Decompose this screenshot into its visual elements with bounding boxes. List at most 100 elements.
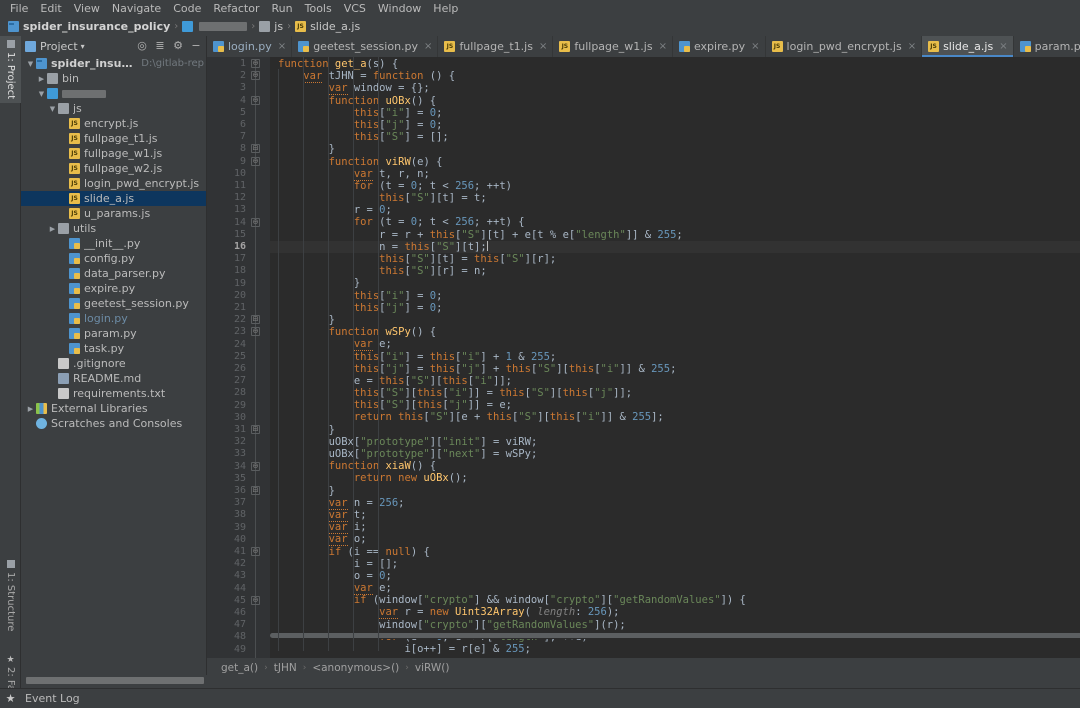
structure-breadcrumb-item[interactable]: viRW() xyxy=(415,662,450,674)
chevron-right-icon[interactable]: ▶ xyxy=(47,225,58,233)
fold-toggle-icon[interactable]: ⊟ xyxy=(251,315,260,325)
chevron-down-icon[interactable]: ▼ xyxy=(36,90,47,98)
fold-toggle-icon[interactable]: ⊟ xyxy=(251,425,260,434)
chevron-down-icon[interactable]: ▾ xyxy=(81,42,85,51)
tree-item-expire.py[interactable]: expire.py xyxy=(21,281,206,296)
line-number: 41 xyxy=(233,546,246,557)
tree-item-scratchesandconsoles[interactable]: Scratches and Consoles xyxy=(21,416,206,431)
tree-item-fullpage_w2.js[interactable]: JS fullpage_w2.js xyxy=(21,161,206,176)
close-icon[interactable]: × xyxy=(424,41,432,52)
vertical-tab-project[interactable]: 1: Project xyxy=(0,36,21,104)
tree-item-encrypt.js[interactable]: JS encrypt.js xyxy=(21,116,206,131)
close-icon[interactable]: × xyxy=(908,41,916,52)
tree-item-data_parser.py[interactable]: data_parser.py xyxy=(21,266,206,281)
line-number: 27 xyxy=(233,375,246,387)
scrollbar-thumb[interactable] xyxy=(270,633,1080,638)
tree-item-u_params.js[interactable]: JS u_params.js xyxy=(21,206,206,221)
locate-icon[interactable]: ◎ xyxy=(134,38,150,54)
breadcrumb-file[interactable]: JS slide_a.js xyxy=(295,20,360,33)
code-area[interactable]: 1 2 3 4 5 6 7 8 9 10 11 12 13 14 15 16 17 18 19 20 21 22 23 24 2… xyxy=(207,57,1080,658)
fold-toggle-icon[interactable]: ⊖ xyxy=(251,71,260,81)
tree-item-redacted[interactable]: ▼ xyxy=(21,86,206,101)
tree-item-slide_a.js[interactable]: JS slide_a.js xyxy=(21,191,206,206)
tree-item-config.py[interactable]: config.py xyxy=(21,251,206,266)
fold-toggle-icon[interactable]: ⊖ xyxy=(251,461,260,471)
editor-tab-label: param.py xyxy=(1034,40,1080,53)
collapse-all-icon[interactable]: ≣ xyxy=(152,38,168,54)
breadcrumb-project[interactable]: spider_insurance_policy xyxy=(8,20,170,33)
fold-toggle-icon[interactable]: ⊖ xyxy=(251,156,260,166)
tree-item-js[interactable]: ▼ js xyxy=(21,101,206,116)
gear-icon[interactable]: ⚙ xyxy=(170,38,186,54)
chevron-right-icon[interactable]: ▶ xyxy=(25,405,36,413)
close-icon[interactable]: × xyxy=(278,41,286,52)
structure-breadcrumb-item[interactable]: <anonymous>() xyxy=(312,662,399,674)
close-icon[interactable]: × xyxy=(539,41,547,52)
tree-item-__init__.py[interactable]: __init__.py xyxy=(21,236,206,251)
favorites-star-icon[interactable]: ★ xyxy=(0,692,21,705)
structure-breadcrumb-item[interactable]: tJHN xyxy=(274,662,297,674)
line-number-gutter[interactable]: 1 2 3 4 5 6 7 8 9 10 11 12 13 14 15 16 17 18 19 20 21 22 23 24 2… xyxy=(207,57,270,658)
py-file-icon xyxy=(298,41,310,52)
fold-toggle-icon[interactable]: ⊖ xyxy=(251,327,260,337)
close-icon[interactable]: × xyxy=(999,41,1007,52)
fold-toggle-icon[interactable]: ⊖ xyxy=(251,217,260,227)
tree-item-fullpage_t1.js[interactable]: JS fullpage_t1.js xyxy=(21,131,206,146)
fold-toggle-icon[interactable]: ⊟ xyxy=(251,486,260,495)
menu-item-window[interactable]: Window xyxy=(372,0,427,17)
code-text[interactable]: function get_a(s) { var tJHN = function … xyxy=(270,57,1080,658)
menu-item-file[interactable]: File xyxy=(4,0,34,17)
structure-breadcrumb-item[interactable]: get_a() xyxy=(221,662,258,674)
menu-item-edit[interactable]: Edit xyxy=(34,0,67,17)
chevron-right-icon[interactable]: ▶ xyxy=(36,75,47,83)
tree-item-login_pwd_encrypt.js[interactable]: JS login_pwd_encrypt.js xyxy=(21,176,206,191)
menu-item-refactor[interactable]: Refactor xyxy=(207,0,265,17)
fold-toggle-icon[interactable]: ⊟ xyxy=(251,144,260,154)
editor-tab-geetest_sessionpy[interactable]: geetest_session.py × xyxy=(292,36,439,57)
tree-item-fullpage_w1.js[interactable]: JS fullpage_w1.js xyxy=(21,146,206,161)
menu-item-code[interactable]: Code xyxy=(167,0,207,17)
menu-item-help[interactable]: Help xyxy=(427,0,464,17)
event-log-button[interactable]: Event Log xyxy=(25,692,80,705)
close-icon[interactable]: × xyxy=(659,41,667,52)
menu-item-run[interactable]: Run xyxy=(266,0,299,17)
editor-tab-fullpage_t1js[interactable]: JS fullpage_t1.js × xyxy=(438,36,554,57)
tree-item-geetest_session.py[interactable]: geetest_session.py xyxy=(21,296,206,311)
fold-toggle-icon[interactable]: ⊖ xyxy=(251,59,260,68)
fold-toggle-icon[interactable]: ⊖ xyxy=(251,95,260,105)
breadcrumb-file-label: slide_a.js xyxy=(310,20,361,33)
editor-tab-slide_ajs[interactable]: JS slide_a.js × xyxy=(922,36,1014,57)
tree-item-requirements.txt[interactable]: requirements.txt xyxy=(21,386,206,401)
structure-icon xyxy=(6,560,15,568)
tree-item-bin[interactable]: ▶ bin xyxy=(21,71,206,86)
editor-tab-login_pwd_encryptjs[interactable]: JS login_pwd_encrypt.js × xyxy=(765,36,923,57)
minimize-icon[interactable]: − xyxy=(188,38,204,54)
breadcrumb-redacted-folder[interactable] xyxy=(182,21,248,32)
tree-item-utils[interactable]: ▶ utils xyxy=(21,221,206,236)
editor-tab-parampy[interactable]: param.py× xyxy=(1013,36,1080,57)
tree-item-task.py[interactable]: task.py xyxy=(21,341,206,356)
menu-item-navigate[interactable]: Navigate xyxy=(106,0,167,17)
menu-item-view[interactable]: View xyxy=(68,0,106,17)
tree-item-param.py[interactable]: param.py xyxy=(21,326,206,341)
tree-item-externallibraries[interactable]: ▶ External Libraries xyxy=(21,401,206,416)
chevron-down-icon[interactable]: ▼ xyxy=(47,105,58,113)
editor-tab-fullpage_w1js[interactable]: JS fullpage_w1.js × xyxy=(553,36,673,57)
code-line: var i; xyxy=(328,521,367,535)
tree-item-readme.md[interactable]: README.md xyxy=(21,371,206,386)
menu-item-vcs[interactable]: VCS xyxy=(338,0,372,17)
editor-tab-expirepy[interactable]: expire.py × xyxy=(672,36,766,57)
close-icon[interactable]: × xyxy=(751,41,759,52)
chevron-down-icon[interactable]: ▼ xyxy=(25,60,36,68)
breadcrumb-folder[interactable]: js xyxy=(259,20,283,33)
line-number: 23 xyxy=(233,326,246,338)
tree-item-login.py[interactable]: login.py xyxy=(21,311,206,326)
menu-item-tools[interactable]: Tools xyxy=(299,0,338,17)
fold-toggle-icon[interactable]: ⊖ xyxy=(251,547,260,556)
tree-item-spider_insurance_policy[interactable]: ▼ spider_insurance_policy D:\gitlab-rep xyxy=(21,56,206,71)
editor-tab-loginpy[interactable]: login.py × xyxy=(207,36,293,57)
fold-toggle-icon[interactable]: ⊖ xyxy=(251,595,260,605)
horizontal-scrollbar[interactable] xyxy=(270,632,1080,639)
vertical-tab-structure[interactable]: 1: Structure xyxy=(0,556,21,635)
tree-item-.gitignore[interactable]: .gitignore xyxy=(21,356,206,371)
